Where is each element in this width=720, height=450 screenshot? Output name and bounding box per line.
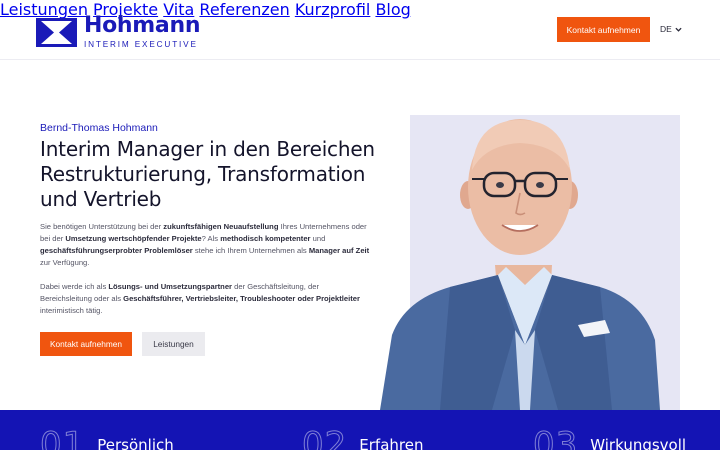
feature-item: 01 Persönlich	[39, 425, 174, 450]
nav-item-kurzprofil[interactable]: Kurzprofil	[295, 0, 371, 19]
nav-item-blog[interactable]: Blog	[375, 0, 410, 19]
hero-eyebrow: Bernd-Thomas Hohmann	[40, 122, 158, 134]
emphasis-text: methodisch kompetenter	[220, 234, 311, 243]
chevron-down-icon	[675, 27, 682, 32]
emphasis-text: Geschäftsführer, Vertriebsleiter, Troubl…	[123, 294, 360, 303]
body-text: Dabei werde ich als	[40, 282, 109, 291]
feature-label: Persönlich	[97, 436, 174, 450]
header-contact-button[interactable]: Kontakt aufnehmen	[557, 17, 650, 42]
feature-number: 01	[39, 425, 86, 450]
body-text: Sie benötigen Unterstützung bei der	[40, 222, 164, 231]
portrait-illustration	[380, 115, 680, 410]
language-switcher[interactable]: DE	[660, 24, 682, 34]
emphasis-text: zukunftsfähigen Neuaufstellung	[163, 222, 279, 231]
feature-number: 03	[532, 425, 579, 450]
body-text: zur Verfügung.	[40, 258, 90, 267]
logo-mark-icon	[36, 18, 77, 47]
hero-paragraph-1: Sie benötigen Unterstützung bei der zuku…	[40, 221, 370, 269]
site-header: Hohmann INTERIM EXECUTIVE Leistungen Pro…	[0, 0, 720, 60]
body-text: und	[310, 234, 326, 243]
language-label: DE	[660, 24, 672, 34]
brand-tagline: INTERIM EXECUTIVE	[84, 40, 198, 49]
emphasis-text: Lösungs- und Umsetzungspartner	[108, 282, 233, 291]
emphasis-text: Manager auf Zeit	[308, 246, 370, 255]
emphasis-text: geschäftsführungserprobter Problemlöser	[40, 246, 193, 255]
logo[interactable]: Hohmann INTERIM EXECUTIVE	[36, 15, 200, 50]
feature-number: 02	[301, 425, 348, 450]
feature-item: 03 Wirkungsvoll	[532, 425, 687, 450]
nav-item-referenzen[interactable]: Referenzen	[199, 0, 289, 19]
feature-label: Erfahren	[359, 436, 424, 450]
brand-name: Hohmann	[84, 13, 201, 38]
portrait-image	[380, 115, 680, 410]
feature-item: 02 Erfahren	[301, 425, 424, 450]
body-text: interimistisch tätig.	[40, 306, 103, 315]
features-band: 01 Persönlich 02 Erfahren 03 Wirkungsvol…	[0, 410, 720, 450]
emphasis-text: Umsetzung wertschöpfender Projekte	[65, 234, 202, 243]
hero-contact-button[interactable]: Kontakt aufnehmen	[40, 332, 132, 356]
hero-services-button[interactable]: Leistungen	[142, 332, 205, 356]
hero-headline: Interim Manager in den Bereichen Restruk…	[40, 137, 375, 211]
body-text: stehe ich Ihrem Unternehmen als	[192, 246, 309, 255]
hero-paragraph-2: Dabei werde ich als Lösungs- und Umsetzu…	[40, 281, 370, 317]
feature-label: Wirkungsvoll	[590, 436, 687, 450]
body-text: ? Als	[201, 234, 221, 243]
